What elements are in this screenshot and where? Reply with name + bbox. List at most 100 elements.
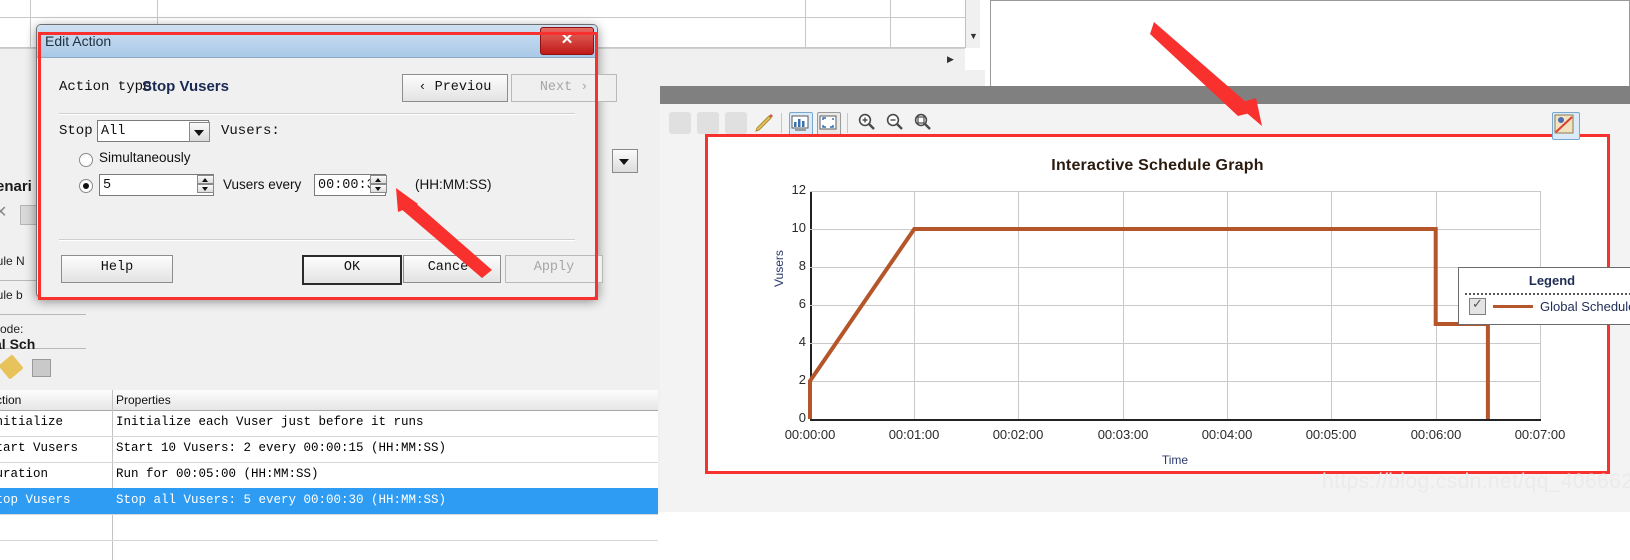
table-row[interactable]: Initialize Initialize each Vuser just be… bbox=[0, 410, 658, 437]
sheet-vertical-scrollbar[interactable]: ▼ bbox=[965, 0, 980, 48]
x-axis bbox=[810, 419, 1541, 421]
graph-highlight-frame: Interactive Schedule Graph Vusers 12 10 … bbox=[705, 134, 1630, 474]
apply-button[interactable]: Apply bbox=[505, 255, 603, 283]
table-row-selected[interactable]: Stop Vusers Stop all Vusers: 5 every 00:… bbox=[0, 488, 658, 515]
scenario-panel-title: enari bbox=[0, 178, 32, 195]
delete-action-icon[interactable] bbox=[32, 359, 51, 377]
y-tick-label: 2 bbox=[798, 372, 806, 387]
cell-action: Duration bbox=[0, 467, 49, 481]
annotation-arrow-graph bbox=[1150, 22, 1262, 126]
action-type-value: Stop Vusers bbox=[142, 78, 229, 95]
cell-action: Stop Vusers bbox=[0, 493, 71, 507]
legend-entry-label: Global Schedule bbox=[1540, 299, 1630, 314]
table-row[interactable]: Start Vusers Start 10 Vusers: 2 every 00… bbox=[0, 436, 658, 463]
action-type-label: Action type bbox=[59, 79, 152, 95]
actions-table-header: Action Properties bbox=[0, 390, 658, 411]
edit-action-dialog[interactable]: Edit Action ✕ Action type Stop Vusers ‹ … bbox=[36, 24, 617, 298]
watermark: https://blog.csdn.net/qq_40666270 bbox=[1322, 470, 1630, 493]
close-icon[interactable]: ✕ bbox=[540, 27, 594, 55]
vusers-count-value: 5 bbox=[103, 178, 112, 193]
scroll-down-arrow[interactable]: ▼ bbox=[969, 32, 978, 41]
stepper-down-icon[interactable] bbox=[197, 184, 214, 193]
scroll-right-arrow[interactable]: ▶ bbox=[947, 55, 954, 64]
dialog-title: Edit Action bbox=[45, 33, 112, 49]
fit-to-window-icon[interactable] bbox=[817, 112, 841, 136]
legend-divider bbox=[1465, 293, 1630, 295]
zoom-reset-icon[interactable] bbox=[913, 112, 935, 134]
plot-area: 12 10 8 6 4 2 0 00:00:00 00:01:00 00:02:… bbox=[785, 182, 1630, 467]
x-tick-label: 00:00:00 bbox=[784, 427, 836, 442]
cell-properties: Run for 00:05:00 (HH:MM:SS) bbox=[116, 467, 319, 481]
chart-legend[interactable]: Legend Global Schedule bbox=[1458, 267, 1630, 325]
stepper-up-icon[interactable] bbox=[197, 175, 214, 184]
x-tick-label: 00:02:00 bbox=[992, 427, 1044, 442]
apply-button-label: Apply bbox=[533, 260, 575, 275]
x-tick-label: 00:04:00 bbox=[1201, 427, 1253, 442]
chevron-right-icon: › bbox=[580, 79, 589, 94]
legend-entry[interactable]: Global Schedule bbox=[1469, 296, 1630, 315]
y-tick-label: 6 bbox=[798, 296, 806, 311]
edit-pencil-icon[interactable] bbox=[753, 112, 775, 134]
stop-label: Stop bbox=[59, 123, 93, 139]
cell-properties: Initialize each Vuser just before it run… bbox=[116, 415, 424, 429]
delete-icon[interactable]: ✕ bbox=[0, 204, 12, 222]
delete-group-icon[interactable] bbox=[725, 112, 747, 134]
y-tick-label: 0 bbox=[798, 410, 806, 425]
cell-properties: Start 10 Vusers: 2 every 00:00:15 (HH:MM… bbox=[116, 441, 447, 455]
interactive-schedule-graph-pane: Interactive Schedule Graph Vusers 12 10 … bbox=[660, 104, 1630, 512]
actions-table[interactable]: Action Properties Initialize Initialize … bbox=[0, 390, 658, 560]
vusers-every-label: Vusers every bbox=[223, 177, 302, 192]
simultaneously-label: Simultaneously bbox=[99, 150, 191, 165]
dialog-titlebar[interactable]: Edit Action ✕ bbox=[37, 25, 597, 58]
chevron-down-icon[interactable] bbox=[189, 122, 210, 142]
help-button-label: Help bbox=[100, 260, 134, 275]
y-tick-label: 12 bbox=[791, 182, 806, 197]
copy-group-icon[interactable] bbox=[697, 112, 719, 134]
chevron-down-icon bbox=[619, 159, 629, 165]
column-header-action: Action bbox=[0, 393, 22, 407]
radio-gradual[interactable] bbox=[79, 179, 93, 193]
radio-simultaneously[interactable] bbox=[79, 153, 93, 167]
cell-properties: Stop all Vusers: 5 every 00:00:30 (HH:MM… bbox=[116, 493, 447, 507]
x-tick-label: 00:01:00 bbox=[888, 427, 940, 442]
add-group-icon[interactable] bbox=[669, 112, 691, 134]
right-top-white-panel bbox=[990, 0, 1630, 96]
x-tick-label: 00:05:00 bbox=[1305, 427, 1357, 442]
next-button[interactable]: Next › bbox=[511, 74, 617, 102]
global-schedule-title: al Sch bbox=[0, 336, 36, 352]
legend-checkbox-icon[interactable] bbox=[1469, 296, 1486, 315]
table-row[interactable] bbox=[0, 514, 658, 541]
schedule-graph-canvas[interactable]: Interactive Schedule Graph Vusers 12 10 … bbox=[708, 137, 1630, 471]
y-tick-label: 8 bbox=[798, 258, 806, 273]
table-row[interactable]: Duration Run for 00:05:00 (HH:MM:SS) bbox=[0, 462, 658, 489]
help-button[interactable]: Help bbox=[61, 255, 173, 283]
cell-action: Start Vusers bbox=[0, 441, 79, 455]
y-axis-label: Vusers bbox=[772, 250, 786, 287]
next-button-label: Next bbox=[539, 80, 573, 95]
stop-select-value: All bbox=[101, 124, 126, 139]
legend-color-swatch bbox=[1493, 305, 1533, 308]
zoom-in-icon[interactable] bbox=[857, 112, 879, 134]
previous-button-label: Previou bbox=[434, 80, 492, 95]
zoom-out-icon[interactable] bbox=[885, 112, 907, 134]
schedule-name-dropdown[interactable] bbox=[612, 149, 638, 173]
y-tick-label: 10 bbox=[791, 220, 806, 235]
vusers-count-stepper[interactable] bbox=[197, 175, 214, 195]
ok-button-label: OK bbox=[343, 260, 361, 275]
x-tick-label: 00:06:00 bbox=[1410, 427, 1462, 442]
field-label-mode: Mode: bbox=[0, 322, 24, 336]
field-label-schedule-name: dule N bbox=[0, 254, 25, 268]
dialog-body: Action type Stop Vusers ‹ Previou Next ›… bbox=[37, 57, 617, 297]
chevron-left-icon: ‹ bbox=[418, 79, 427, 94]
column-header-properties: Properties bbox=[116, 393, 171, 407]
global-schedule-series bbox=[808, 227, 1490, 419]
bar-chart-view-icon[interactable] bbox=[789, 112, 813, 136]
graph-settings-icon[interactable] bbox=[1552, 112, 1580, 140]
cell-action: Initialize bbox=[0, 415, 64, 429]
edit-pencil-icon[interactable] bbox=[0, 354, 24, 380]
previous-button[interactable]: ‹ Previou bbox=[402, 74, 508, 102]
chart-title: Interactive Schedule Graph bbox=[1051, 157, 1264, 174]
y-tick-label: 4 bbox=[798, 334, 806, 349]
x-axis-label: Time bbox=[1161, 453, 1189, 467]
x-tick-label: 00:03:00 bbox=[1097, 427, 1149, 442]
